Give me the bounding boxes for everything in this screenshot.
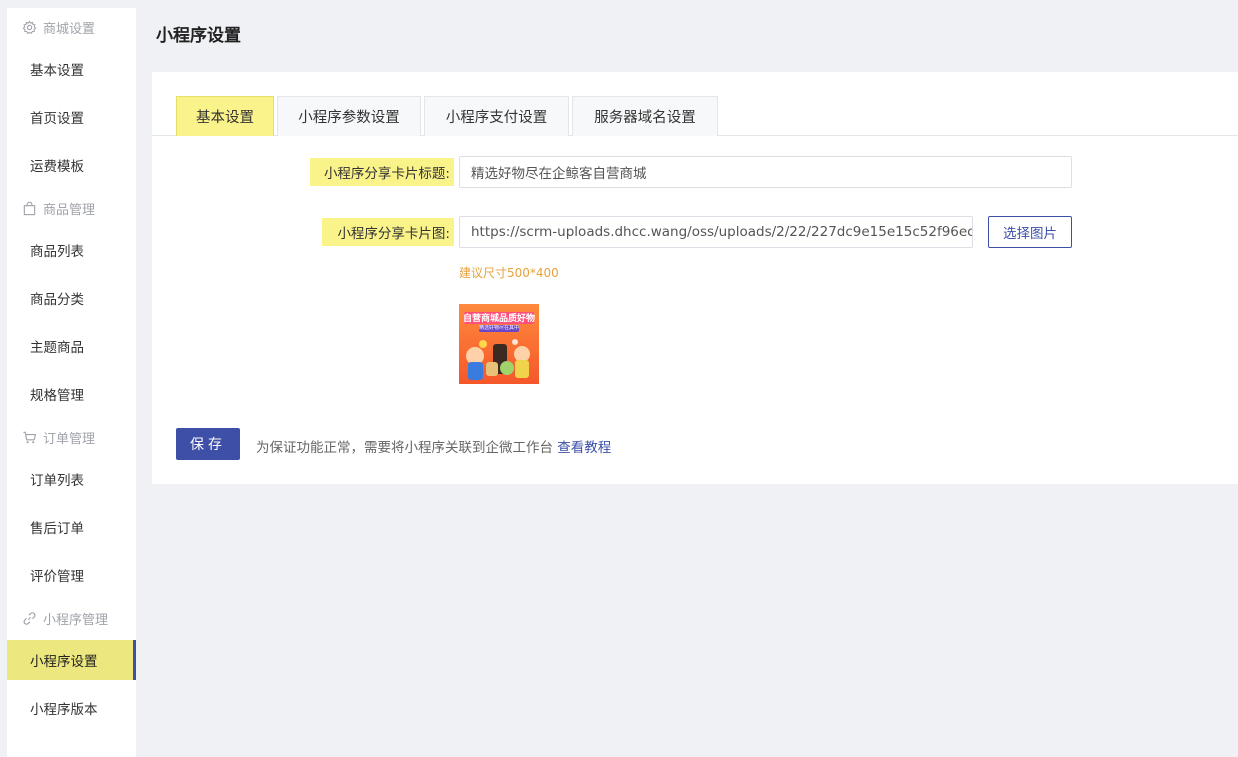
- sidebar-item-product-category[interactable]: 商品分类: [7, 278, 136, 318]
- share-card-title-label: 小程序分享卡片标题:: [310, 158, 454, 186]
- settings-card: 基本设置 小程序参数设置 小程序支付设置 服务器域名设置 小程序分享卡片标题: …: [152, 72, 1238, 484]
- select-image-button[interactable]: 选择图片: [988, 216, 1072, 248]
- association-note-text: 为保证功能正常，需要将小程序关联到企微工作台: [256, 440, 553, 456]
- tab-miniprogram-params[interactable]: 小程序参数设置: [277, 96, 421, 136]
- sidebar-item-review-management[interactable]: 评价管理: [7, 555, 136, 595]
- tab-miniprogram-payment[interactable]: 小程序支付设置: [424, 96, 569, 136]
- size-hint: 建议尺寸500*400: [459, 266, 559, 280]
- share-card-image-label: 小程序分享卡片图:: [322, 218, 454, 246]
- preview-banner-text: 自营商城品质好物: [462, 314, 535, 324]
- association-note: 为保证功能正常，需要将小程序关联到企微工作台 查看教程: [256, 436, 611, 456]
- sidebar-group-title: 订单管理: [43, 431, 96, 447]
- cart-icon: [22, 430, 37, 445]
- tab-bar: 基本设置 小程序参数设置 小程序支付设置 服务器域名设置: [152, 96, 1238, 136]
- sidebar-item-after-sales-orders[interactable]: 售后订单: [7, 507, 136, 547]
- sidebar-group-miniprogram-management: 小程序管理: [7, 606, 136, 630]
- sidebar-item-shipping-template[interactable]: 运费模板: [7, 145, 136, 185]
- view-tutorial-link[interactable]: 查看教程: [557, 440, 611, 456]
- link-icon: [22, 611, 37, 626]
- sidebar-item-basic-settings[interactable]: 基本设置: [7, 49, 136, 89]
- sidebar-item-miniprogram-version[interactable]: 小程序版本: [7, 688, 136, 728]
- save-button[interactable]: 保存: [176, 428, 240, 460]
- bag-icon: [22, 201, 37, 216]
- sidebar-item-product-list[interactable]: 商品列表: [7, 230, 136, 270]
- share-card-image-url-input[interactable]: https://scrm-uploads.dhcc.wang/oss/uploa…: [459, 216, 973, 248]
- sidebar-group-title: 商城设置: [43, 21, 96, 37]
- sidebar-item-home-settings[interactable]: 首页设置: [7, 97, 136, 137]
- page-title: 小程序设置: [156, 26, 241, 46]
- gear-icon: [22, 20, 37, 35]
- preview-sub-text: 精选好物尽在其中: [479, 325, 519, 331]
- sidebar-item-miniprogram-settings[interactable]: 小程序设置: [7, 640, 136, 680]
- sidebar-item-theme-products[interactable]: 主题商品: [7, 326, 136, 366]
- sidebar: 商城设置 基本设置 首页设置 运费模板 商品管理 商品列表 商品分类 主题商品 …: [7, 8, 136, 757]
- sidebar-group-order-management: 订单管理: [7, 425, 136, 449]
- tab-server-domain[interactable]: 服务器域名设置: [572, 96, 718, 136]
- sidebar-group-title: 商品管理: [43, 202, 96, 218]
- share-card-title-input[interactable]: 精选好物尽在企鲸客自营商城: [459, 156, 1072, 188]
- sidebar-item-spec-management[interactable]: 规格管理: [7, 374, 136, 414]
- sidebar-group-title: 小程序管理: [43, 612, 109, 628]
- sidebar-group-mall-settings: 商城设置: [7, 15, 136, 39]
- sidebar-item-order-list[interactable]: 订单列表: [7, 459, 136, 499]
- tab-basic-settings[interactable]: 基本设置: [176, 96, 274, 136]
- sidebar-group-product-management: 商品管理: [7, 196, 136, 220]
